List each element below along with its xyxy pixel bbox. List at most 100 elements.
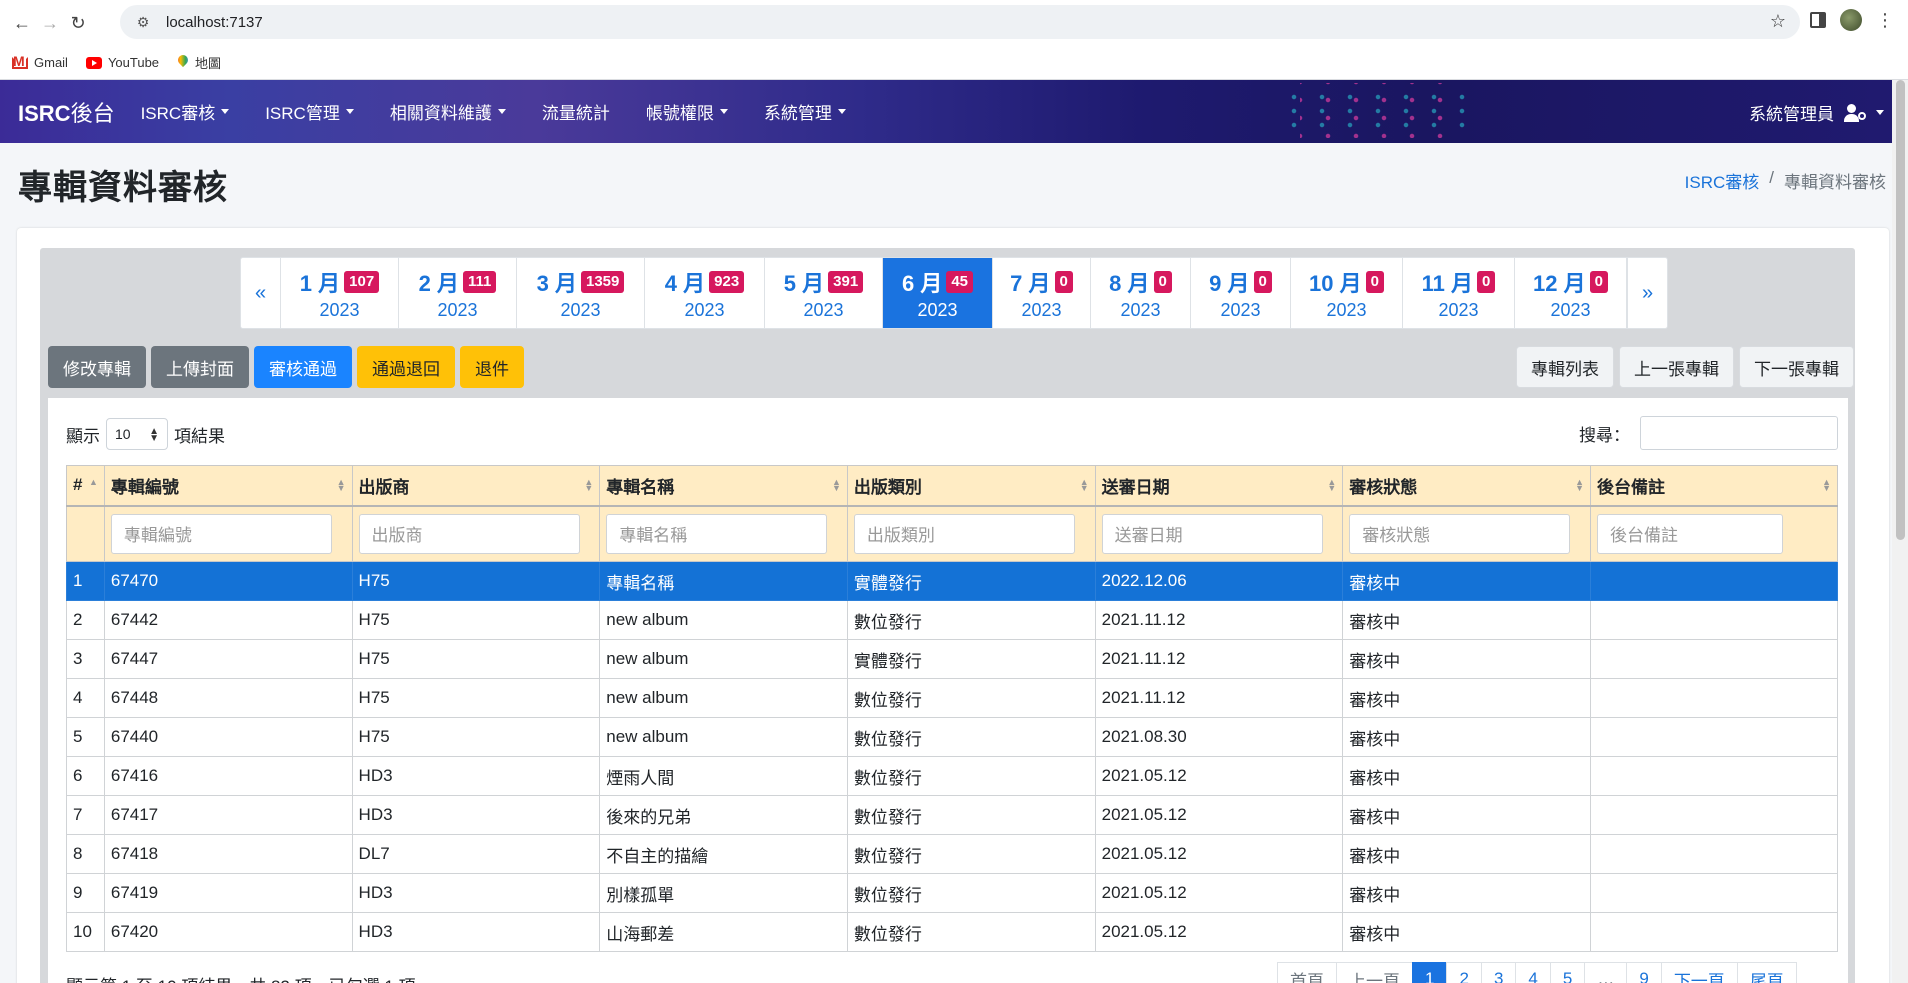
page-button[interactable]: 1 (1412, 962, 1448, 983)
forward-arrow-icon[interactable]: → (36, 9, 64, 37)
breadcrumb-link[interactable]: ISRC審核 (1685, 168, 1760, 193)
month-tab[interactable]: 6 月 45 2023 (883, 258, 993, 328)
column-header[interactable]: 審核狀態 ▲ ▼ (1342, 465, 1591, 507)
table-row[interactable]: 6 67416 HD3 煙雨人間 數位發行 2021.05.12 審核中 (66, 756, 1839, 796)
edit-album-button[interactable]: 修改專輯 (48, 346, 146, 388)
search-input[interactable] (1640, 416, 1838, 450)
month-next[interactable]: » (1627, 258, 1667, 328)
month-prev[interactable]: « (241, 258, 281, 328)
album-list-button[interactable]: 專輯列表 (1516, 346, 1614, 388)
column-filter-input[interactable]: 後台備註 (1596, 513, 1783, 554)
table-cell: 67420 (103, 912, 353, 952)
table-row[interactable]: 4 67448 H75 new album 數位發行 2021.11.12 審核中 (66, 678, 1839, 718)
nav-system-manage[interactable]: 系統管理 (764, 99, 846, 124)
page-button[interactable]: 尾頁 (1736, 962, 1797, 983)
bookmark-youtube[interactable]: YouTube (85, 55, 159, 70)
table-cell (1589, 756, 1839, 796)
table-cell: 67416 (103, 756, 353, 796)
month-tab[interactable]: 12 月 0 2023 (1515, 258, 1627, 328)
address-bar[interactable]: ⚙ localhost:7137 ☆ (120, 5, 1800, 39)
side-panel-icon[interactable] (1810, 12, 1826, 28)
column-header[interactable]: 專輯名稱 ▲ ▼ (599, 465, 848, 507)
brand-logo[interactable]: ISRC後台 (18, 96, 115, 128)
scrollbar-thumb[interactable] (1896, 80, 1905, 540)
profile-avatar[interactable] (1840, 9, 1862, 31)
table-cell: 別樣孤單 (599, 873, 848, 913)
month-tab[interactable]: 7 月 0 2023 (993, 258, 1091, 328)
table-cell: DL7 (351, 834, 601, 874)
upload-cover-button[interactable]: 上傳封面 (151, 346, 249, 388)
month-tab[interactable]: 4 月 923 2023 (645, 258, 765, 328)
page-button[interactable]: 上一頁 (1336, 962, 1413, 983)
table-cell: 2 (66, 600, 105, 640)
column-header[interactable]: # ▲ (66, 465, 105, 507)
table-cell (1589, 678, 1839, 718)
table-cell: 審核中 (1342, 639, 1591, 679)
user-menu[interactable]: 系統管理員 (1749, 100, 1884, 125)
page-size-select[interactable]: 10 ▲ ▼ (106, 418, 168, 450)
next-album-button[interactable]: 下一張專輯 (1739, 346, 1854, 388)
approve-return-button[interactable]: 通過退回 (357, 346, 455, 388)
column-filter-input[interactable]: 送審日期 (1101, 513, 1323, 554)
bookmark-gmail[interactable]: Gmail (12, 53, 68, 70)
column-filter-input[interactable]: 出版商 (358, 513, 580, 554)
bookmark-star-icon[interactable]: ☆ (1770, 11, 1786, 32)
nav-account-permissions[interactable]: 帳號權限 (646, 99, 728, 124)
month-tab[interactable]: 9 月 0 2023 (1191, 258, 1291, 328)
column-header[interactable]: 送審日期 ▲ ▼ (1094, 465, 1344, 507)
month-tab[interactable]: 10 月 0 2023 (1291, 258, 1403, 328)
nav-isrc-manage[interactable]: ISRC管理 (265, 99, 354, 124)
back-arrow-icon[interactable]: ← (8, 9, 36, 37)
table-row[interactable]: 10 67420 HD3 山海郵差 數位發行 2021.05.12 審核中 (66, 912, 1839, 952)
page-button[interactable]: 首頁 (1277, 962, 1337, 983)
page-button[interactable]: 5 (1549, 962, 1586, 983)
approve-button[interactable]: 審核通過 (254, 346, 352, 388)
nav-isrc-review[interactable]: ISRC審核 (141, 99, 230, 124)
month-tab[interactable]: 11 月 0 2023 (1403, 258, 1515, 328)
table-row[interactable]: 7 67417 HD3 後來的兄弟 數位發行 2021.05.12 審核中 (66, 795, 1839, 835)
column-filter-input[interactable]: 專輯編號 (110, 513, 332, 554)
table-cell: 2021.05.12 (1094, 912, 1344, 952)
month-tab[interactable]: 1 月 107 2023 (281, 258, 399, 328)
table-row[interactable]: 2 67442 H75 new album 數位發行 2021.11.12 審核中 (66, 600, 1839, 640)
column-header[interactable]: 出版商 ▲ ▼ (351, 465, 601, 507)
table-row[interactable]: 3 67447 H75 new album 實體發行 2021.11.12 審核中 (66, 639, 1839, 679)
month-tab[interactable]: 3 月 1359 2023 (517, 258, 645, 328)
table-row[interactable]: 1 67470 H75 專輯名稱 實體發行 2022.12.06 審核中 (66, 561, 1839, 601)
column-filter-input[interactable]: 專輯名稱 (606, 513, 828, 554)
table-row[interactable]: 9 67419 HD3 別樣孤單 數位發行 2021.05.12 審核中 (66, 873, 1839, 913)
column-header[interactable]: 後台備註 ▲ ▼ (1589, 465, 1839, 507)
table-cell: 10 (66, 912, 105, 952)
table-cell: 2021.05.12 (1094, 795, 1344, 835)
column-filter-input[interactable]: 出版類別 (853, 513, 1075, 554)
table-cell: 專輯名稱 (599, 561, 848, 601)
bookmark-maps[interactable]: 地圖 (177, 53, 221, 72)
month-tab[interactable]: 5 月 391 2023 (765, 258, 883, 328)
reject-button[interactable]: 退件 (460, 346, 524, 388)
table-row[interactable]: 5 67440 H75 new album 數位發行 2021.08.30 審核中 (66, 717, 1839, 757)
page-button[interactable]: 3 (1480, 962, 1517, 983)
page-button[interactable]: 下一頁 (1660, 962, 1738, 983)
reload-icon[interactable]: ↻ (64, 9, 92, 37)
filter-cell: 專輯名稱 (599, 505, 848, 562)
count-badge: 0 (1365, 270, 1384, 293)
page-button[interactable]: 2 (1446, 962, 1482, 983)
month-tab[interactable]: 8 月 0 2023 (1091, 258, 1191, 328)
site-info-icon[interactable]: ⚙ (134, 13, 152, 31)
prev-album-button[interactable]: 上一張專輯 (1619, 346, 1734, 388)
column-header[interactable]: 出版類別 ▲ ▼ (846, 465, 1096, 507)
table-cell (1589, 834, 1839, 874)
month-tab[interactable]: 2 月 111 2023 (399, 258, 517, 328)
table-row[interactable]: 8 67418 DL7 不自主的描繪 數位發行 2021.05.12 審核中 (66, 834, 1839, 874)
column-header-label: 出版商 (358, 477, 410, 497)
page-button[interactable]: 9 (1626, 962, 1662, 983)
page-button[interactable]: 4 (1515, 962, 1551, 983)
menu-icon[interactable]: ⋮ (1876, 10, 1894, 31)
column-filter-input[interactable]: 審核狀態 (1349, 513, 1571, 554)
column-header[interactable]: 專輯編號 ▲ ▼ (103, 465, 353, 507)
nav-data-maintenance[interactable]: 相關資料維護 (390, 99, 506, 124)
vertical-scrollbar[interactable] (1892, 80, 1908, 983)
nav-traffic-stats[interactable]: 流量統計 (542, 99, 610, 124)
youtube-icon (85, 56, 102, 69)
table-cell: H75 (351, 717, 601, 757)
